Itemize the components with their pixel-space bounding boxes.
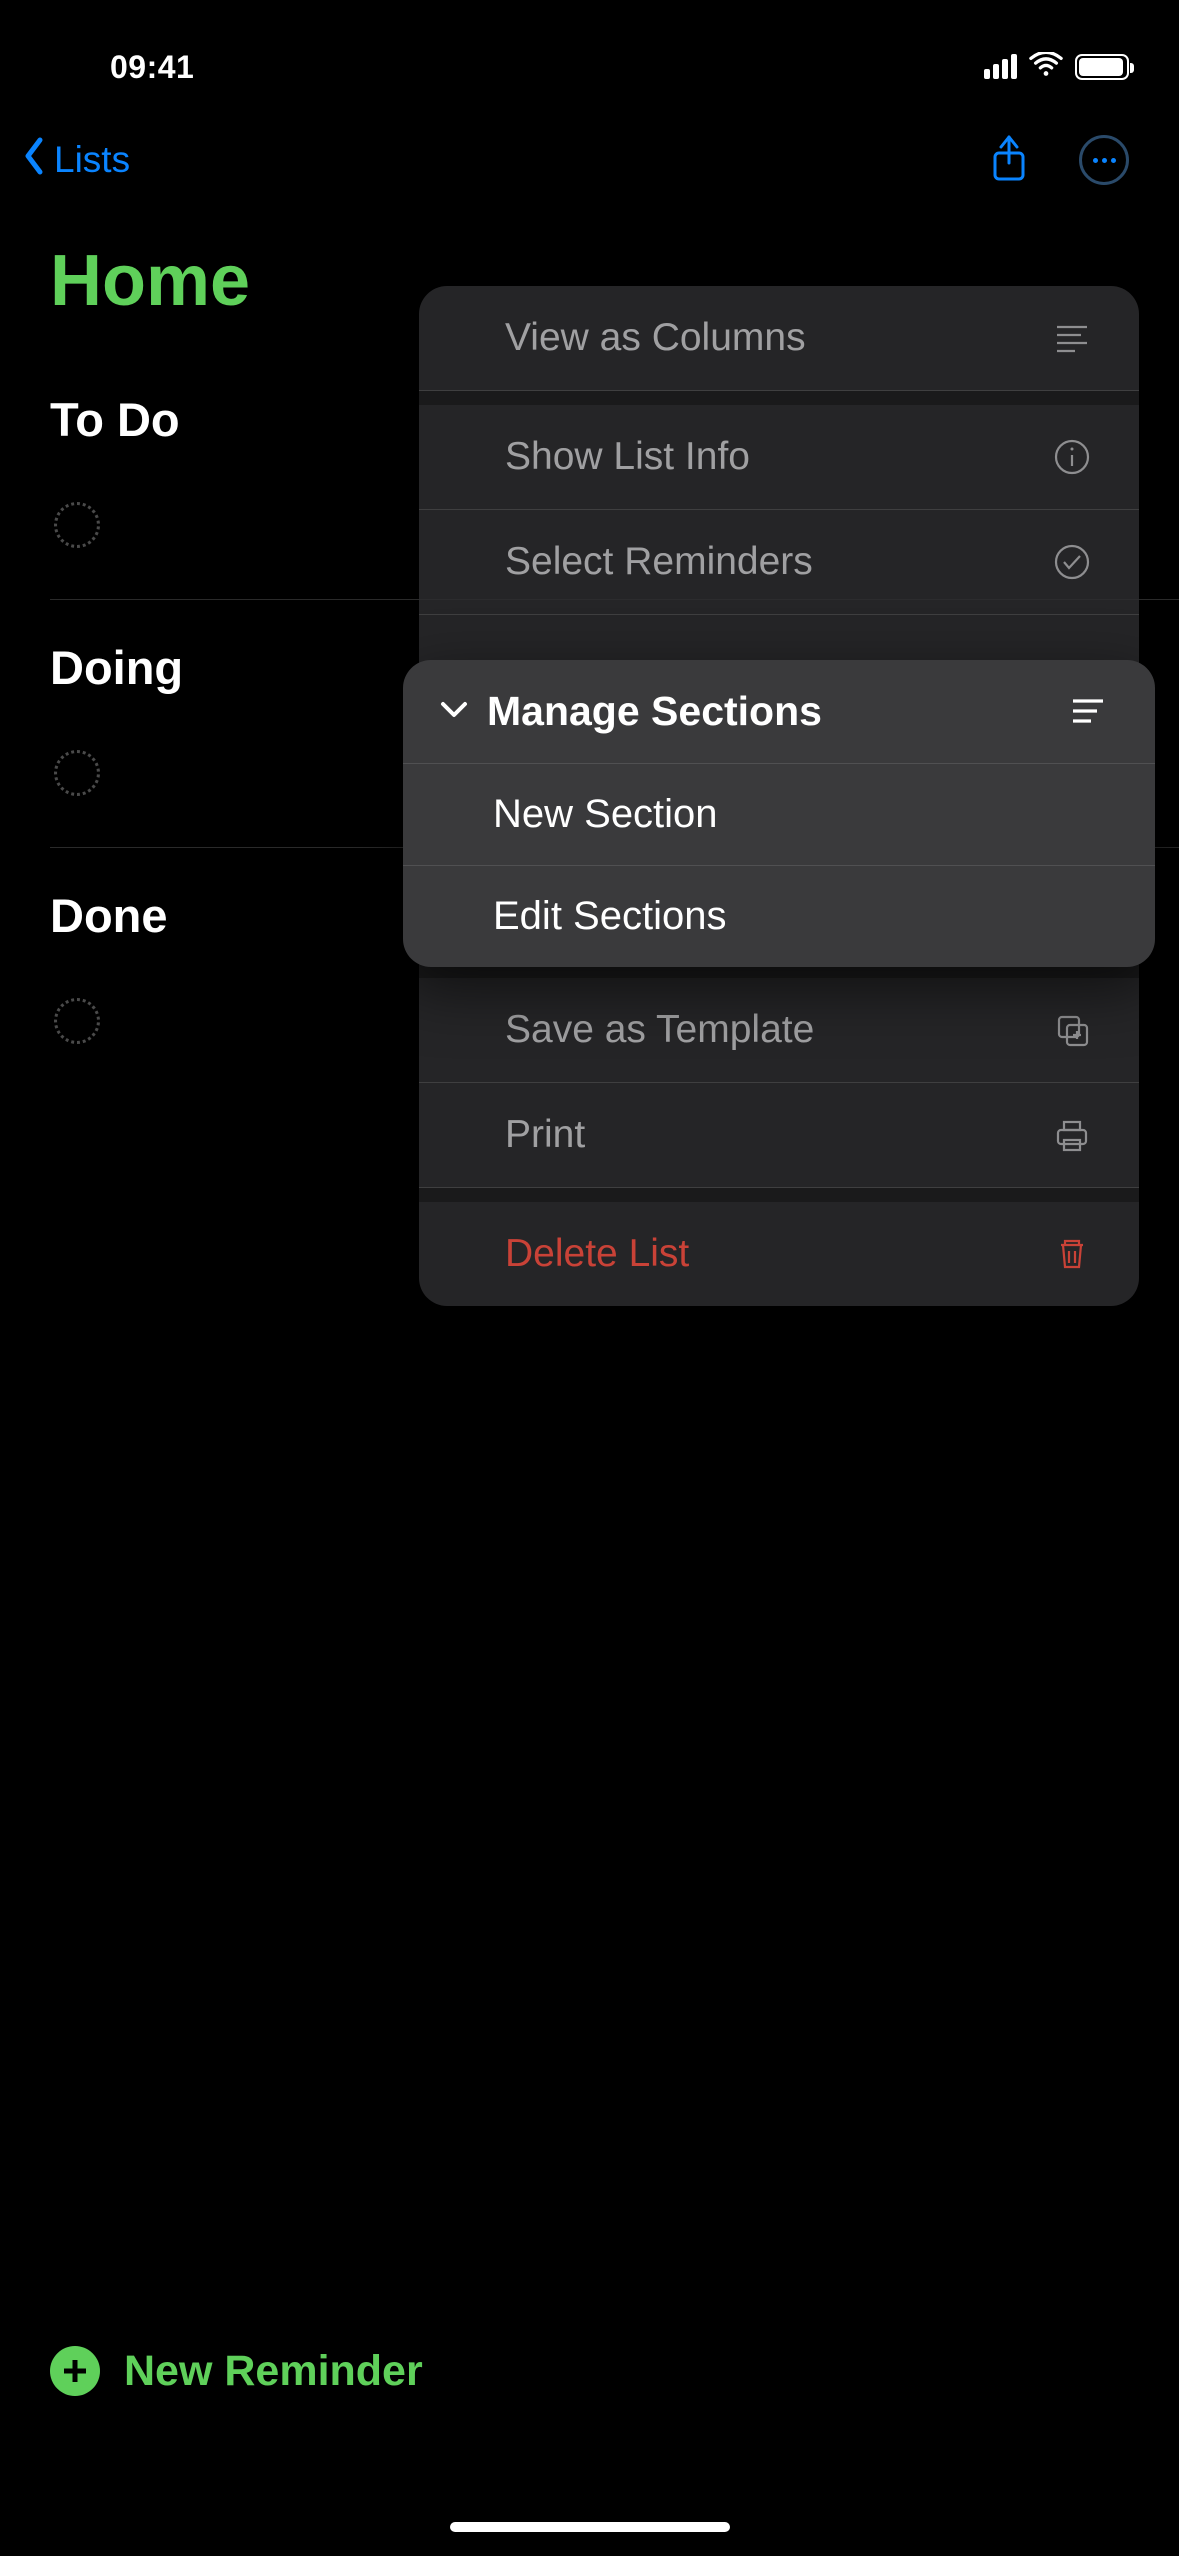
checkmark-circle-icon (1051, 541, 1093, 583)
status-icons (984, 52, 1129, 83)
menu-label: View as Columns (505, 316, 806, 360)
menu-label: Select Reminders (505, 540, 813, 584)
back-label: Lists (54, 139, 130, 181)
nav-bar: Lists (0, 110, 1179, 210)
nav-actions (989, 133, 1129, 188)
menu-label: Save as Template (505, 1008, 814, 1052)
submenu-new-section[interactable]: New Section (403, 764, 1155, 866)
menu-show-list-info[interactable]: Show List Info (419, 405, 1139, 510)
manage-sections-submenu: Manage Sections New Section Edit Section… (403, 660, 1155, 967)
status-time: 09:41 (110, 49, 194, 86)
home-indicator[interactable] (450, 2522, 730, 2532)
new-reminder-label: New Reminder (124, 2347, 423, 2396)
wifi-icon (1029, 52, 1063, 83)
menu-label: Print (505, 1113, 585, 1157)
info-icon (1051, 436, 1093, 478)
menu-select-reminders[interactable]: Select Reminders (419, 510, 1139, 615)
reminder-checkbox[interactable] (54, 502, 100, 548)
reminder-checkbox[interactable] (54, 750, 100, 796)
more-button[interactable] (1079, 135, 1129, 185)
battery-icon (1075, 54, 1129, 80)
template-icon (1051, 1009, 1093, 1051)
cellular-icon (984, 55, 1017, 79)
menu-delete-list[interactable]: Delete List (419, 1202, 1139, 1306)
menu-save-as-template[interactable]: Save as Template (419, 978, 1139, 1083)
printer-icon (1051, 1114, 1093, 1156)
submenu-edit-sections[interactable]: Edit Sections (403, 866, 1155, 967)
submenu-header[interactable]: Manage Sections (403, 660, 1155, 764)
chevron-left-icon (20, 136, 48, 185)
back-button[interactable]: Lists (20, 136, 130, 185)
list-icon (1067, 691, 1109, 733)
submenu-title: Manage Sections (487, 688, 822, 735)
ellipsis-icon (1093, 158, 1116, 163)
chevron-down-icon (439, 698, 469, 725)
trash-icon (1051, 1233, 1093, 1275)
share-button[interactable] (989, 133, 1029, 188)
columns-icon (1051, 317, 1093, 359)
menu-view-as-columns[interactable]: View as Columns (419, 286, 1139, 391)
menu-label: Show List Info (505, 435, 750, 479)
menu-label: Delete List (505, 1232, 689, 1276)
reminder-checkbox[interactable] (54, 998, 100, 1044)
menu-print[interactable]: Print (419, 1083, 1139, 1188)
plus-circle-icon (50, 2346, 100, 2396)
status-bar: 09:41 (0, 0, 1179, 110)
new-reminder-button[interactable]: New Reminder (50, 2346, 423, 2396)
